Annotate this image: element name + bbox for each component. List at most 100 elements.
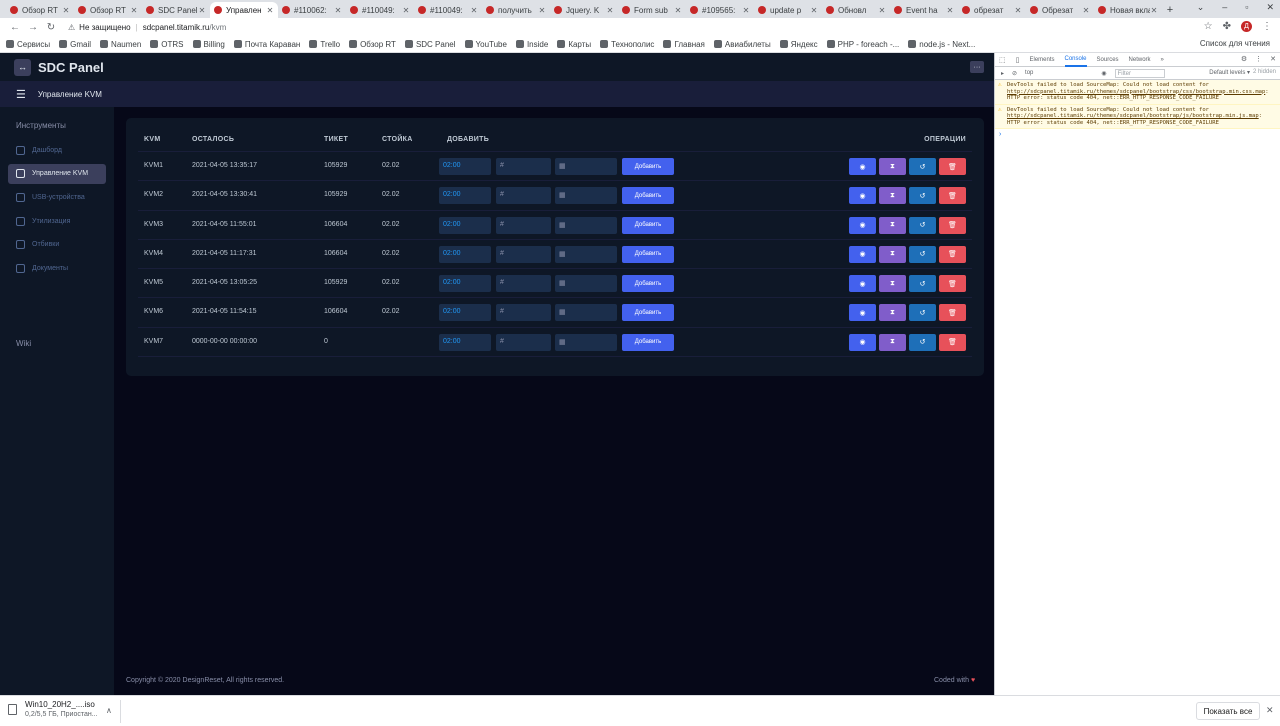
hourglass-icon[interactable]: ⧗: [879, 216, 906, 234]
bookmark-item[interactable]: Яндекс: [779, 40, 818, 49]
reset-icon[interactable]: ↺: [909, 333, 936, 351]
devtools-tab[interactable]: Network: [1129, 57, 1151, 63]
hourglass-icon[interactable]: ⧗: [879, 275, 906, 293]
profile-avatar[interactable]: Д: [1241, 21, 1252, 32]
sidebar-item[interactable]: Дашборд: [8, 140, 106, 160]
browser-tab[interactable]: Обрезат ✕: [1026, 2, 1094, 18]
add-button[interactable]: Добавить: [622, 304, 674, 322]
trash-icon[interactable]: 🗑: [939, 158, 966, 175]
window-control[interactable]: –: [1222, 2, 1227, 13]
sidebar-item[interactable]: Отбивки: [8, 235, 106, 255]
close-icon[interactable]: ✕: [198, 6, 206, 15]
time-input[interactable]: 02:00: [439, 187, 491, 205]
close-icon[interactable]: ✕: [1014, 6, 1022, 15]
reset-icon[interactable]: ↺: [909, 245, 936, 263]
hourglass-icon[interactable]: ⧗: [879, 245, 906, 263]
reload-icon[interactable]: ↻: [44, 22, 58, 33]
clear-icon[interactable]: ⊘: [1012, 70, 1017, 77]
add-button[interactable]: Добавить: [622, 245, 674, 263]
bookmark-item[interactable]: node.js - Next...: [908, 40, 975, 49]
bookmark-item[interactable]: OTRS: [150, 40, 184, 49]
logo-icon[interactable]: ↔: [14, 58, 31, 76]
filter-input[interactable]: Filter: [1114, 68, 1165, 78]
device-icon[interactable]: ▯: [1016, 56, 1020, 64]
browser-tab[interactable]: Обзор RT ✕: [74, 2, 142, 18]
bookmark-item[interactable]: PHP - foreach -...: [826, 40, 899, 49]
close-icon[interactable]: ✕: [742, 6, 750, 15]
close-icon[interactable]: ✕: [1270, 55, 1276, 63]
close-icon[interactable]: ✕: [62, 6, 70, 15]
reset-icon[interactable]: ↺: [909, 216, 936, 234]
bookmark-item[interactable]: Inside: [515, 40, 548, 49]
menu-icon[interactable]: ⋮: [1262, 21, 1272, 32]
view-icon[interactable]: ◉: [849, 245, 876, 263]
rack-select[interactable]: ▦: [555, 187, 617, 205]
ticket-input[interactable]: #: [496, 304, 551, 322]
bookmark-item[interactable]: SDC Panel: [404, 40, 456, 49]
add-button[interactable]: Добавить: [622, 187, 674, 205]
browser-tab[interactable]: Обновл ✕: [822, 2, 890, 18]
reset-icon[interactable]: ↺: [909, 187, 936, 205]
info-icon[interactable]: ⚠: [68, 23, 75, 32]
inspect-icon[interactable]: ⬚: [999, 56, 1006, 64]
ticket-input[interactable]: #: [496, 187, 551, 205]
trash-icon[interactable]: 🗑: [939, 304, 966, 322]
trash-icon[interactable]: 🗑: [939, 187, 966, 205]
bookmark-item[interactable]: Billing: [192, 40, 225, 49]
close-icon[interactable]: ✕: [674, 6, 682, 15]
trash-icon[interactable]: 🗑: [939, 333, 966, 351]
console-prompt[interactable]: ›: [995, 129, 1280, 140]
star-icon[interactable]: ☆: [1204, 21, 1213, 32]
ticket-input[interactable]: #: [496, 158, 551, 175]
devtools-tab[interactable]: Console: [1064, 53, 1087, 67]
reset-icon[interactable]: ↺: [909, 158, 936, 175]
browser-tab[interactable]: Jquery. K ✕: [550, 2, 618, 18]
bookmark-item[interactable]: Trello: [309, 40, 340, 49]
ticket-input[interactable]: #: [496, 216, 551, 234]
bookmark-item[interactable]: Naumen: [100, 40, 141, 49]
forward-icon[interactable]: →: [26, 22, 40, 33]
show-all-button[interactable]: Показать все: [1196, 702, 1260, 720]
bookmark-item[interactable]: Сервисы: [6, 40, 50, 49]
extensions-icon[interactable]: ✤: [1223, 21, 1231, 32]
trash-icon[interactable]: 🗑: [939, 216, 966, 234]
sourcemap-link[interactable]: http://sdcpanel.titamik.ru/themes/sdcpan…: [1007, 89, 1265, 95]
settings-icon[interactable]: ⚙: [1241, 55, 1247, 63]
close-icon[interactable]: ✕: [1150, 6, 1158, 15]
close-icon[interactable]: ✕: [810, 6, 818, 15]
eye-icon[interactable]: ◉: [1101, 70, 1106, 77]
browser-tab[interactable]: Обзор RT ✕: [6, 2, 74, 18]
sidebar-item[interactable]: Управление KVM: [8, 163, 106, 184]
browser-tab[interactable]: Event ha ✕: [890, 2, 958, 18]
time-input[interactable]: 02:00: [439, 275, 491, 293]
window-control[interactable]: ▫: [1245, 2, 1248, 13]
close-icon[interactable]: ✕: [1266, 705, 1274, 716]
close-icon[interactable]: ✕: [946, 6, 954, 15]
browser-tab[interactable]: SDC Panel ✕: [142, 2, 210, 18]
time-input[interactable]: 02:00: [439, 304, 491, 322]
download-item[interactable]: Win10_20H2_....iso 0,2/5,5 ГБ, Приостан.…: [8, 700, 98, 718]
rack-select[interactable]: ▦: [555, 158, 617, 175]
chevron-up-icon[interactable]: ∧: [106, 706, 112, 715]
rack-select[interactable]: ▦: [555, 304, 617, 322]
reading-list-button[interactable]: Список для чтения: [1200, 39, 1270, 48]
add-button[interactable]: Добавить: [622, 275, 674, 293]
browser-tab[interactable]: #109565: ✕: [686, 2, 754, 18]
bookmark-item[interactable]: Обзор RT: [349, 40, 396, 49]
add-button[interactable]: Добавить: [622, 333, 674, 351]
rack-select[interactable]: ▦: [555, 275, 617, 293]
back-icon[interactable]: ←: [8, 22, 22, 33]
add-button[interactable]: Добавить: [622, 216, 674, 234]
time-input[interactable]: 02:00: [439, 158, 491, 175]
sidebar-toggle-icon[interactable]: ▸: [1001, 70, 1004, 77]
hourglass-icon[interactable]: ⧗: [879, 158, 906, 175]
close-icon[interactable]: ✕: [130, 6, 138, 15]
close-icon[interactable]: ✕: [334, 6, 342, 15]
sidebar-item[interactable]: USB-устройства: [8, 187, 106, 207]
close-icon[interactable]: ✕: [1082, 6, 1090, 15]
browser-tab[interactable]: #110049: ✕: [346, 2, 414, 18]
close-icon[interactable]: ✕: [538, 6, 546, 15]
bookmark-item[interactable]: Gmail: [59, 40, 91, 49]
view-icon[interactable]: ◉: [849, 333, 876, 351]
browser-tab[interactable]: #110049: ✕: [414, 2, 482, 18]
